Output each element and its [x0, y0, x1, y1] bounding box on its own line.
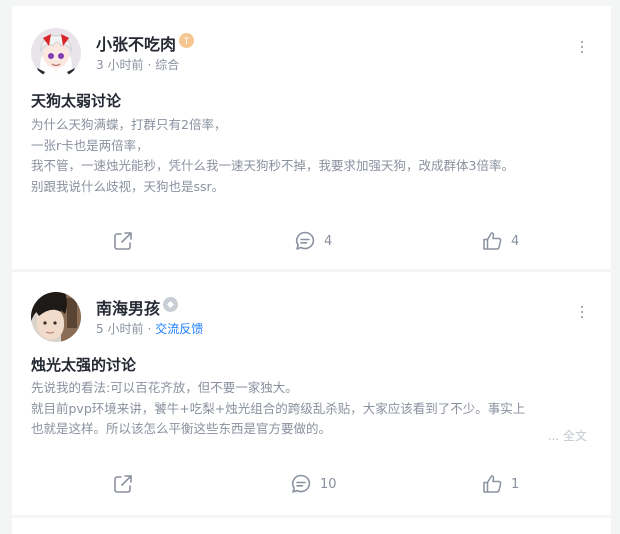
more-vertical-icon[interactable]	[579, 306, 585, 320]
comment-icon	[295, 231, 315, 250]
like-count: 4	[511, 233, 520, 249]
post-body-line: 就目前pvp环境来讲，饕牛+吃梨+烛光组合的跨级乱杀贴，大家应该看到了不少。事实…	[31, 400, 526, 416]
post-card[interactable]	[12, 518, 611, 534]
share-button[interactable]	[112, 473, 134, 495]
topic-link[interactable]: 综合	[155, 58, 179, 72]
more-vertical-icon[interactable]	[579, 41, 585, 55]
post-body-line: 别跟我说什么歧视，天狗也是ssr。	[31, 178, 225, 194]
post-body-line: 为什么天狗满蝶，打群只有2倍率，	[31, 117, 227, 132]
username[interactable]: 南海男孩	[96, 295, 160, 319]
post-body-line: 也就是这样。所以该怎么平衡这些东西是官方要做的。	[31, 421, 332, 436]
like-button[interactable]: 4	[481, 230, 519, 252]
level-badge-icon: T	[179, 33, 194, 48]
post-meta: 5 小时前 · 交流反馈	[96, 322, 204, 336]
post-card[interactable]: 小张不吃肉 T 3 小时前 · 综合 天狗太弱讨论 为什么天狗满蝶，打群只有2倍率，…	[12, 6, 611, 269]
comment-icon	[291, 474, 311, 493]
post-meta: 3 小时前 · 综合	[96, 58, 180, 72]
post-body[interactable]: 为什么天狗满蝶，打群只有2倍率， 一张r卡也是两倍率， 我不管，一速烛光能秒，凭…	[31, 115, 587, 197]
topic-link[interactable]: 交流反馈	[155, 322, 203, 336]
post-card[interactable]: 南海男孩 5 小时前 · 交流反馈 烛光太强的讨论 先说我的看法:可以百花齐放，但不…	[12, 272, 611, 515]
post-time: 3 小时前	[96, 58, 144, 72]
comment-button[interactable]: 10	[290, 473, 337, 495]
comment-button[interactable]: 4	[294, 230, 332, 252]
post-title[interactable]: 天狗太弱讨论	[31, 90, 121, 111]
expand-full-text-link[interactable]: ... 全文	[548, 427, 587, 444]
post-time: 5 小时前	[96, 322, 144, 336]
thumbs-up-icon	[483, 475, 502, 493]
avatar[interactable]	[31, 28, 81, 78]
share-button[interactable]	[112, 230, 134, 252]
post-body-line: 我不管，一速烛光能秒，凭什么我一速天狗秒不掉，我要求加强天狗，改成群体3倍率。	[31, 158, 514, 173]
like-count: 1	[511, 476, 520, 492]
share-icon	[114, 232, 132, 250]
comment-count: 4	[324, 233, 333, 249]
username[interactable]: 小张不吃肉	[96, 31, 176, 55]
avatar[interactable]	[31, 292, 81, 342]
level-badge-icon	[163, 297, 178, 312]
post-body[interactable]: 先说我的看法:可以百花齐放，但不要一家独大。 就目前pvp环境来讲，饕牛+吃梨+…	[31, 378, 587, 440]
thumbs-up-icon	[483, 232, 502, 250]
post-feed: 小张不吃肉 T 3 小时前 · 综合 天狗太弱讨论 为什么天狗满蝶，打群只有2倍率，…	[12, 0, 611, 534]
svg-text:T: T	[183, 37, 190, 47]
post-title[interactable]: 烛光太强的讨论	[31, 354, 136, 375]
comment-count: 10	[320, 476, 337, 492]
post-body-line: 先说我的看法:可以百花齐放，但不要一家独大。	[31, 380, 298, 395]
post-body-line: 一张r卡也是两倍率，	[31, 137, 149, 153]
share-icon	[114, 475, 132, 493]
like-button[interactable]: 1	[481, 473, 519, 495]
